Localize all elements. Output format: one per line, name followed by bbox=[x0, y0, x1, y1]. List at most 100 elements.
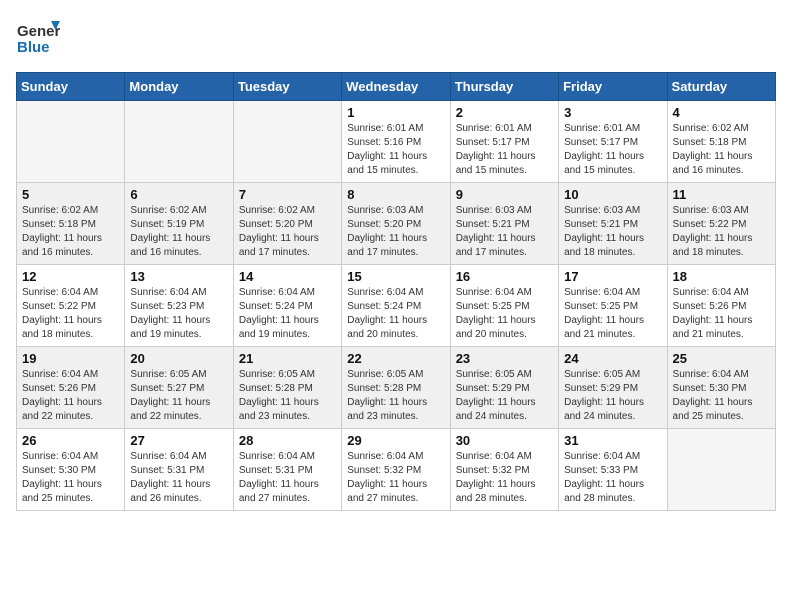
day-number: 29 bbox=[347, 433, 444, 448]
day-number: 14 bbox=[239, 269, 336, 284]
day-info: Sunrise: 6:04 AMSunset: 5:31 PMDaylight:… bbox=[130, 450, 227, 506]
day-info: Sunrise: 6:03 AMSunset: 5:20 PMDaylight:… bbox=[347, 204, 444, 260]
calendar-cell: 21 Sunrise: 6:05 AMSunset: 5:28 PMDayligh… bbox=[233, 347, 341, 429]
logo-svg: General Blue bbox=[16, 16, 60, 60]
day-number: 5 bbox=[22, 187, 119, 202]
day-number: 18 bbox=[673, 269, 770, 284]
logo: General Blue bbox=[16, 16, 60, 60]
calendar-cell: 6 Sunrise: 6:02 AMSunset: 5:19 PMDaylight… bbox=[125, 183, 233, 265]
day-number: 10 bbox=[564, 187, 661, 202]
day-info: Sunrise: 6:05 AMSunset: 5:28 PMDaylight:… bbox=[347, 368, 444, 424]
day-info: Sunrise: 6:01 AMSunset: 5:17 PMDaylight:… bbox=[564, 122, 661, 178]
day-info: Sunrise: 6:04 AMSunset: 5:22 PMDaylight:… bbox=[22, 286, 119, 342]
day-info: Sunrise: 6:01 AMSunset: 5:16 PMDaylight:… bbox=[347, 122, 444, 178]
column-header-friday: Friday bbox=[559, 73, 667, 101]
column-header-sunday: Sunday bbox=[17, 73, 125, 101]
calendar-cell: 5 Sunrise: 6:02 AMSunset: 5:18 PMDaylight… bbox=[17, 183, 125, 265]
calendar-cell: 13 Sunrise: 6:04 AMSunset: 5:23 PMDayligh… bbox=[125, 265, 233, 347]
calendar-cell: 3 Sunrise: 6:01 AMSunset: 5:17 PMDaylight… bbox=[559, 101, 667, 183]
day-number: 9 bbox=[456, 187, 553, 202]
day-number: 25 bbox=[673, 351, 770, 366]
calendar-cell: 12 Sunrise: 6:04 AMSunset: 5:22 PMDayligh… bbox=[17, 265, 125, 347]
day-info: Sunrise: 6:04 AMSunset: 5:31 PMDaylight:… bbox=[239, 450, 336, 506]
calendar-week-row: 1 Sunrise: 6:01 AMSunset: 5:16 PMDaylight… bbox=[17, 101, 776, 183]
day-number: 11 bbox=[673, 187, 770, 202]
day-info: Sunrise: 6:04 AMSunset: 5:24 PMDaylight:… bbox=[347, 286, 444, 342]
column-header-wednesday: Wednesday bbox=[342, 73, 450, 101]
day-number: 8 bbox=[347, 187, 444, 202]
day-number: 20 bbox=[130, 351, 227, 366]
calendar-cell: 29Sunrise: 6:04 AMSunset: 5:32 PMDayligh… bbox=[342, 429, 450, 511]
calendar-cell: 7Sunrise: 6:02 AMSunset: 5:20 PMDaylight… bbox=[233, 183, 341, 265]
calendar-cell: 8 Sunrise: 6:03 AMSunset: 5:20 PMDaylight… bbox=[342, 183, 450, 265]
day-info: Sunrise: 6:04 AMSunset: 5:25 PMDaylight:… bbox=[564, 286, 661, 342]
calendar-week-row: 26 Sunrise: 6:04 AMSunset: 5:30 PMDayligh… bbox=[17, 429, 776, 511]
calendar-week-row: 12 Sunrise: 6:04 AMSunset: 5:22 PMDayligh… bbox=[17, 265, 776, 347]
calendar-cell: 1 Sunrise: 6:01 AMSunset: 5:16 PMDaylight… bbox=[342, 101, 450, 183]
calendar-cell: 14 Sunrise: 6:04 AMSunset: 5:24 PMDayligh… bbox=[233, 265, 341, 347]
day-info: Sunrise: 6:05 AMSunset: 5:27 PMDaylight:… bbox=[130, 368, 227, 424]
day-info: Sunrise: 6:01 AMSunset: 5:17 PMDaylight:… bbox=[456, 122, 553, 178]
day-info: Sunrise: 6:04 AMSunset: 5:30 PMDaylight:… bbox=[22, 450, 119, 506]
day-number: 4 bbox=[673, 105, 770, 120]
calendar-cell: 15 Sunrise: 6:04 AMSunset: 5:24 PMDayligh… bbox=[342, 265, 450, 347]
day-number: 21 bbox=[239, 351, 336, 366]
day-info: Sunrise: 6:05 AMSunset: 5:29 PMDaylight:… bbox=[564, 368, 661, 424]
calendar-cell: 4 Sunrise: 6:02 AMSunset: 5:18 PMDaylight… bbox=[667, 101, 775, 183]
day-info: Sunrise: 6:05 AMSunset: 5:28 PMDaylight:… bbox=[239, 368, 336, 424]
day-info: Sunrise: 6:04 AMSunset: 5:24 PMDaylight:… bbox=[239, 286, 336, 342]
day-number: 17 bbox=[564, 269, 661, 284]
day-number: 13 bbox=[130, 269, 227, 284]
column-header-tuesday: Tuesday bbox=[233, 73, 341, 101]
day-info: Sunrise: 6:02 AMSunset: 5:20 PMDaylight:… bbox=[239, 204, 336, 260]
day-info: Sunrise: 6:03 AMSunset: 5:21 PMDaylight:… bbox=[564, 204, 661, 260]
svg-text:Blue: Blue bbox=[17, 39, 50, 56]
day-info: Sunrise: 6:03 AMSunset: 5:21 PMDaylight:… bbox=[456, 204, 553, 260]
calendar-cell: 9 Sunrise: 6:03 AMSunset: 5:21 PMDaylight… bbox=[450, 183, 558, 265]
day-number: 2 bbox=[456, 105, 553, 120]
day-info: Sunrise: 6:02 AMSunset: 5:18 PMDaylight:… bbox=[22, 204, 119, 260]
day-info: Sunrise: 6:04 AMSunset: 5:23 PMDaylight:… bbox=[130, 286, 227, 342]
day-info: Sunrise: 6:04 AMSunset: 5:26 PMDaylight:… bbox=[673, 286, 770, 342]
day-number: 22 bbox=[347, 351, 444, 366]
day-number: 19 bbox=[22, 351, 119, 366]
day-number: 1 bbox=[347, 105, 444, 120]
day-info: Sunrise: 6:04 AMSunset: 5:32 PMDaylight:… bbox=[456, 450, 553, 506]
day-info: Sunrise: 6:02 AMSunset: 5:18 PMDaylight:… bbox=[673, 122, 770, 178]
calendar-cell: 27 Sunrise: 6:04 AMSunset: 5:31 PMDayligh… bbox=[125, 429, 233, 511]
calendar-cell: 26 Sunrise: 6:04 AMSunset: 5:30 PMDayligh… bbox=[17, 429, 125, 511]
day-number: 27 bbox=[130, 433, 227, 448]
day-number: 31 bbox=[564, 433, 661, 448]
calendar-week-row: 19 Sunrise: 6:04 AMSunset: 5:26 PMDayligh… bbox=[17, 347, 776, 429]
calendar-cell: 2 Sunrise: 6:01 AMSunset: 5:17 PMDaylight… bbox=[450, 101, 558, 183]
calendar-cell bbox=[17, 101, 125, 183]
calendar-body: 1 Sunrise: 6:01 AMSunset: 5:16 PMDaylight… bbox=[17, 101, 776, 511]
calendar-table: SundayMondayTuesdayWednesdayThursdayFrid… bbox=[16, 72, 776, 511]
calendar-cell bbox=[667, 429, 775, 511]
day-number: 16 bbox=[456, 269, 553, 284]
day-number: 3 bbox=[564, 105, 661, 120]
day-info: Sunrise: 6:02 AMSunset: 5:19 PMDaylight:… bbox=[130, 204, 227, 260]
day-number: 6 bbox=[130, 187, 227, 202]
calendar-cell bbox=[125, 101, 233, 183]
calendar-cell: 28Sunrise: 6:04 AMSunset: 5:31 PMDayligh… bbox=[233, 429, 341, 511]
calendar-cell: 30 Sunrise: 6:04 AMSunset: 5:32 PMDayligh… bbox=[450, 429, 558, 511]
day-number: 30 bbox=[456, 433, 553, 448]
day-info: Sunrise: 6:04 AMSunset: 5:30 PMDaylight:… bbox=[673, 368, 770, 424]
calendar-cell: 17 Sunrise: 6:04 AMSunset: 5:25 PMDayligh… bbox=[559, 265, 667, 347]
calendar-header-row: SundayMondayTuesdayWednesdayThursdayFrid… bbox=[17, 73, 776, 101]
day-number: 24 bbox=[564, 351, 661, 366]
calendar-cell: 22 Sunrise: 6:05 AMSunset: 5:28 PMDayligh… bbox=[342, 347, 450, 429]
day-number: 15 bbox=[347, 269, 444, 284]
day-number: 26 bbox=[22, 433, 119, 448]
calendar-cell: 10 Sunrise: 6:03 AMSunset: 5:21 PMDayligh… bbox=[559, 183, 667, 265]
calendar-cell: 20 Sunrise: 6:05 AMSunset: 5:27 PMDayligh… bbox=[125, 347, 233, 429]
calendar-cell: 16Sunrise: 6:04 AMSunset: 5:25 PMDayligh… bbox=[450, 265, 558, 347]
calendar-cell: 19 Sunrise: 6:04 AMSunset: 5:26 PMDayligh… bbox=[17, 347, 125, 429]
day-number: 12 bbox=[22, 269, 119, 284]
day-info: Sunrise: 6:05 AMSunset: 5:29 PMDaylight:… bbox=[456, 368, 553, 424]
calendar-cell: 31 Sunrise: 6:04 AMSunset: 5:33 PMDayligh… bbox=[559, 429, 667, 511]
day-info: Sunrise: 6:04 AMSunset: 5:33 PMDaylight:… bbox=[564, 450, 661, 506]
column-header-saturday: Saturday bbox=[667, 73, 775, 101]
day-info: Sunrise: 6:04 AMSunset: 5:26 PMDaylight:… bbox=[22, 368, 119, 424]
